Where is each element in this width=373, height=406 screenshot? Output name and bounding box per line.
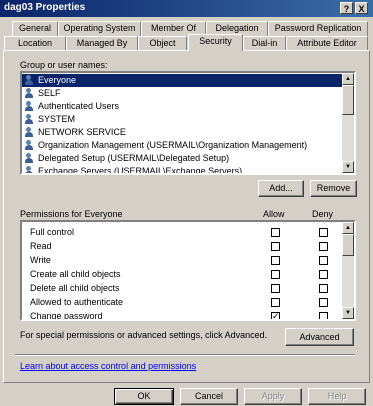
deny-checkbox[interactable] [319,270,328,279]
remove-button[interactable]: Remove [310,180,357,197]
groups-listbox[interactable]: Everyone SELF Authenticated Users SYSTEM… [20,71,356,175]
cancel-button[interactable]: Cancel [180,388,238,405]
user-group-icon [25,153,35,163]
permissions-scrollbar[interactable]: ▲ ▼ [342,222,354,319]
list-item[interactable]: NETWORK SERVICE [22,126,126,139]
tab-operating-system[interactable]: Operating System [58,21,141,36]
list-item[interactable]: Everyone [22,74,342,87]
list-item[interactable]: Authenticated Users [22,100,119,113]
deny-checkbox[interactable] [319,256,328,265]
user-group-icon [25,101,35,111]
list-item[interactable]: Delegated Setup (USERMAIL\Delegated Setu… [22,152,229,165]
groups-label: Group or user names: [20,60,108,70]
title-bar: dag03 Properties ? X [0,0,373,17]
tab-dial-in[interactable]: Dial-in [243,36,286,51]
tab-security[interactable]: Security [188,34,243,51]
allow-checkbox[interactable] [271,270,280,279]
permission-row: Read [30,241,52,251]
learn-link[interactable]: Learn about access control and permissio… [20,361,196,371]
user-group-icon [25,114,35,124]
tab-attribute-editor[interactable]: Attribute Editor [286,36,368,51]
tab-location[interactable]: Location [4,36,66,51]
add-button[interactable]: Add... [258,180,304,197]
deny-checkbox[interactable] [319,228,328,237]
scroll-thumb[interactable] [342,234,354,256]
allow-checkbox[interactable] [271,242,280,251]
deny-checkbox[interactable] [319,298,328,307]
user-group-icon [25,127,35,137]
apply-button[interactable]: Apply [244,388,302,405]
advanced-help-text: For special permissions or advanced sett… [20,330,268,340]
scroll-thumb[interactable] [342,85,354,115]
user-group-icon [25,88,35,98]
tab-managed-by[interactable]: Managed By [66,36,138,51]
allow-checkbox[interactable] [271,256,280,265]
permissions-label: Permissions for Everyone [20,209,123,219]
list-item[interactable]: Organization Management (USERMAIL\Organi… [22,139,307,152]
scroll-up-arrow-icon[interactable]: ▲ [342,73,354,85]
deny-checkbox[interactable] [319,312,328,319]
allow-checkbox[interactable] [271,284,280,293]
list-item[interactable]: Exchange Servers (USERMAIL\Exchange Serv… [22,165,242,173]
user-group-icon [25,75,35,85]
divider [15,354,355,356]
ok-button[interactable]: OK [114,388,174,405]
allow-checkbox[interactable] [271,310,280,319]
deny-checkbox[interactable] [319,242,328,251]
window-title: dag03 Properties [4,2,86,13]
deny-checkbox[interactable] [319,284,328,293]
permission-row: Create all child objects [30,269,121,279]
tab-password-replication[interactable]: Password Replication [268,21,368,36]
permission-row: Write [30,255,51,265]
deny-header: Deny [312,209,334,219]
allow-checkbox[interactable] [271,298,280,307]
scroll-down-arrow-icon[interactable]: ▼ [342,161,354,173]
permission-row: Allowed to authenticate [30,297,124,307]
user-group-icon [25,166,35,173]
list-item[interactable]: SELF [22,87,61,100]
list-item[interactable]: SYSTEM [22,113,75,126]
permission-row: Delete all child objects [30,283,120,293]
permission-row: Change password [30,311,103,321]
permissions-listbox[interactable]: Full control Read Write Create all child… [20,220,356,321]
close-title-button[interactable]: X [355,2,368,14]
advanced-button[interactable]: Advanced [285,328,354,346]
allow-header: Allow [263,209,285,219]
permission-row: Full control [30,227,75,237]
scroll-down-arrow-icon[interactable]: ▼ [342,307,354,319]
tab-object[interactable]: Object [138,36,187,51]
allow-checkbox[interactable] [271,228,280,237]
user-group-icon [25,140,35,150]
help-title-button[interactable]: ? [340,2,353,14]
scroll-up-arrow-icon[interactable]: ▲ [342,222,354,234]
help-button[interactable]: Help [308,388,366,405]
tab-general[interactable]: General [12,21,58,36]
groups-scrollbar[interactable]: ▲ ▼ [342,73,354,173]
